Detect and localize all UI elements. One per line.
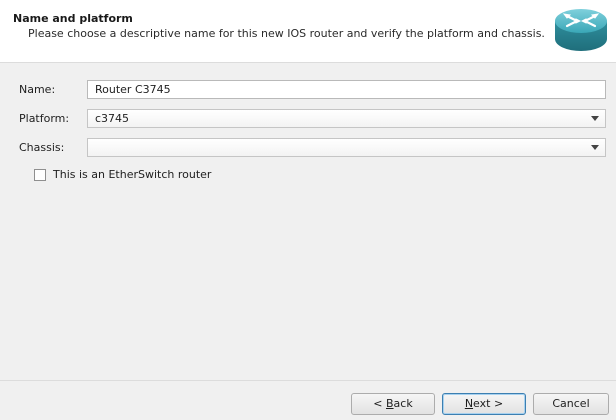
platform-select-value: c3745: [95, 112, 130, 125]
cancel-button[interactable]: Cancel: [533, 393, 609, 415]
platform-select[interactable]: c3745: [87, 109, 606, 128]
chevron-down-icon: [591, 145, 599, 150]
chassis-label: Chassis:: [19, 141, 65, 154]
page-title: Name and platform: [13, 12, 133, 25]
chevron-down-icon: [591, 116, 599, 121]
wizard-form: Name: Router C3745 Platform: c3745 Chass…: [0, 62, 616, 380]
footer-divider: [0, 380, 616, 381]
chassis-select[interactable]: [87, 138, 606, 157]
etherswitch-checkbox-label[interactable]: This is an EtherSwitch router: [53, 168, 211, 181]
next-button[interactable]: Next >: [442, 393, 526, 415]
platform-label: Platform:: [19, 112, 70, 125]
next-button-mnemonic: N: [464, 397, 474, 410]
back-button[interactable]: < Back: [351, 393, 435, 415]
next-button-rest: ext >: [473, 397, 504, 410]
page-subtitle: Please choose a descriptive name for thi…: [28, 27, 545, 40]
wizard-header: Name and platform Please choose a descri…: [0, 0, 616, 63]
back-button-rest: ack: [393, 397, 413, 410]
back-button-prefix: <: [373, 397, 386, 410]
name-input[interactable]: Router C3745: [87, 80, 606, 99]
name-label: Name:: [19, 83, 56, 96]
back-button-mnemonic: B: [386, 397, 394, 410]
router-icon: [555, 9, 607, 51]
etherswitch-checkbox[interactable]: [34, 169, 46, 181]
